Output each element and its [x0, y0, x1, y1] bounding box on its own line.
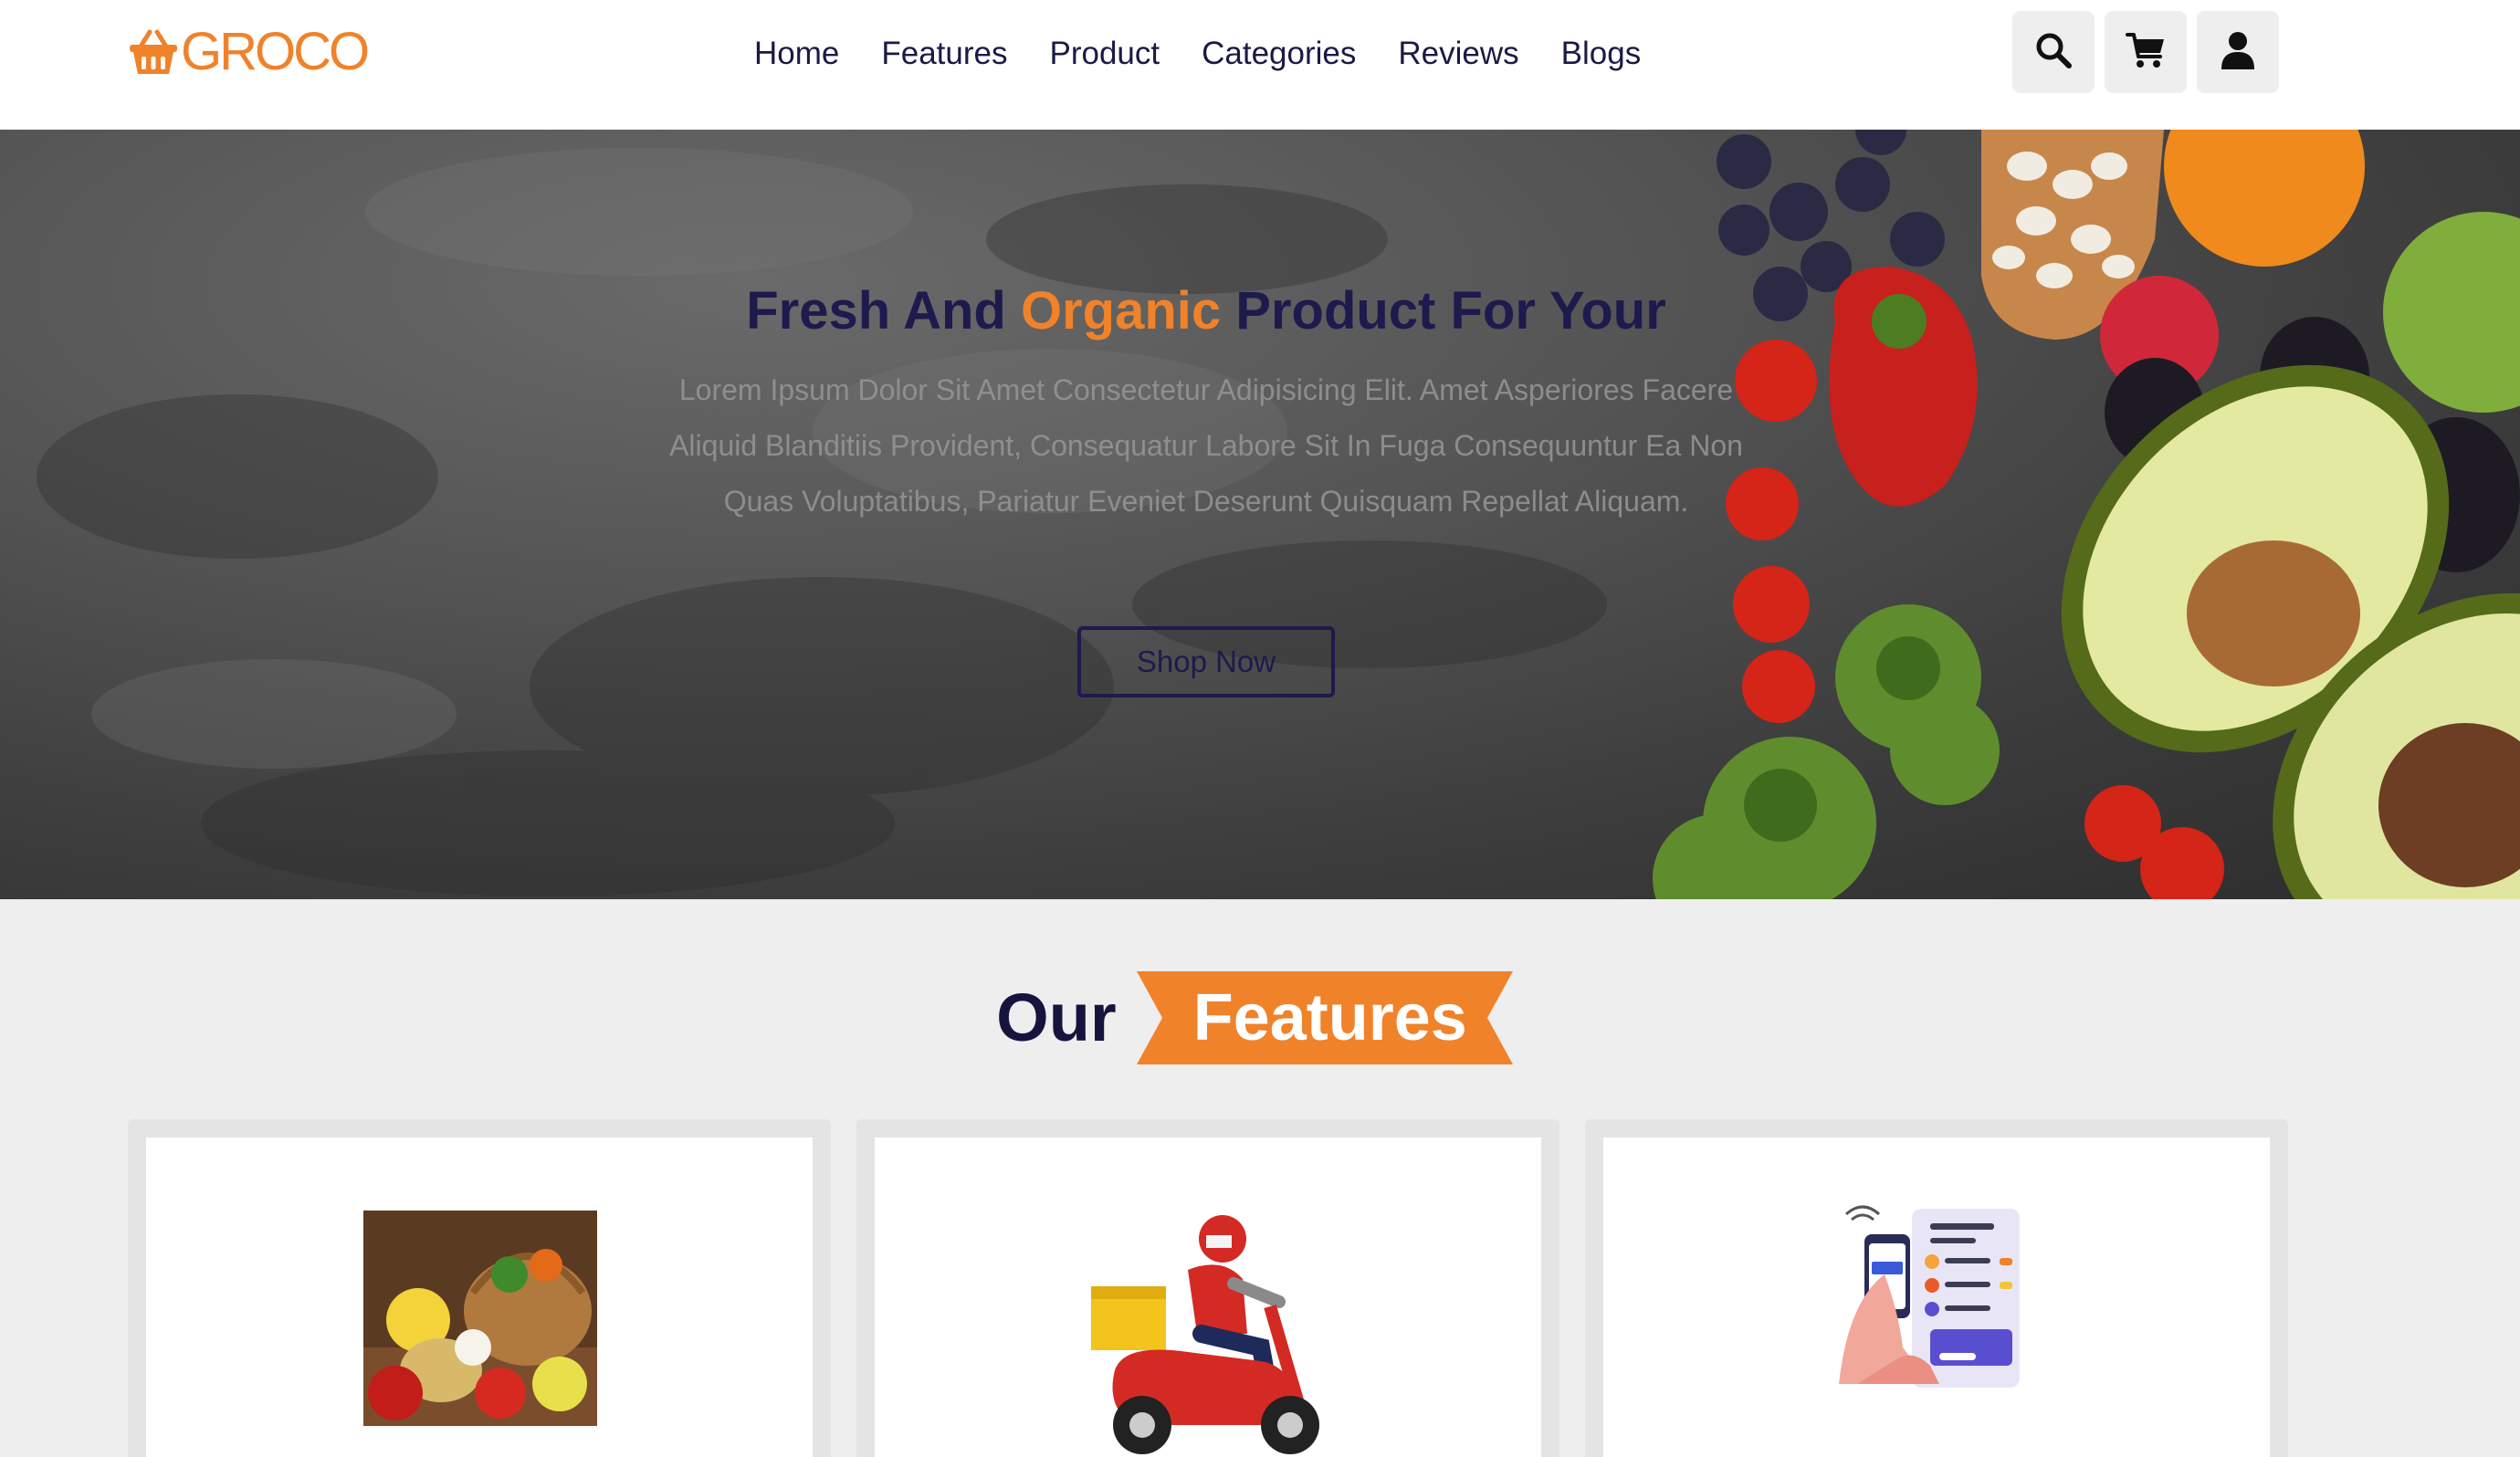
nav-product[interactable]: Product	[1050, 37, 1160, 69]
feature-card-body	[1603, 1137, 2270, 1457]
vegetables-image	[1653, 130, 2520, 899]
nav-home[interactable]: Home	[754, 37, 839, 69]
features-heading: Our Features	[0, 971, 2520, 1064]
brand-name: GROCO	[181, 22, 370, 81]
hero-title-part1: Fresh And	[746, 281, 1021, 341]
feature-card	[128, 1119, 831, 1457]
features-heading-ribbon: Features	[1136, 971, 1524, 1064]
search-button[interactable]	[2012, 11, 2095, 93]
main-nav: Home Features Product Categories Reviews…	[754, 29, 1683, 77]
site-header: GROCO Home Features Product Categories R…	[0, 0, 2520, 130]
account-button[interactable]	[2197, 11, 2279, 93]
feature-card-body	[875, 1137, 1541, 1457]
features-heading-plain: Our	[996, 980, 1117, 1055]
logo[interactable]: GROCO	[128, 20, 370, 84]
nav-reviews[interactable]: Reviews	[1398, 37, 1518, 69]
feature-card-body	[146, 1137, 813, 1457]
feature-card	[856, 1119, 1559, 1457]
search-icon	[2034, 31, 2073, 74]
shop-now-button[interactable]: Shop Now	[1077, 626, 1335, 697]
nav-blogs[interactable]: Blogs	[1561, 37, 1642, 69]
hero-title-part2: Product For Your	[1221, 281, 1666, 341]
cart-button[interactable]	[2105, 11, 2187, 93]
nav-categories[interactable]: Categories	[1202, 37, 1356, 69]
basket-icon	[128, 26, 179, 78]
hero-title: Fresh And Organic Product For Your	[0, 280, 2412, 341]
cart-icon	[2126, 31, 2166, 74]
hero-description: Lorem Ipsum Dolor Sit Amet Consectetur A…	[669, 373, 1743, 518]
feature-card	[1585, 1119, 2288, 1457]
hero-banner: Fresh And Organic Product For Your Lorem…	[0, 130, 2520, 899]
fruit-basket-image	[363, 1211, 597, 1426]
mobile-payment-image	[1839, 1205, 2020, 1388]
user-icon	[2220, 31, 2256, 74]
features-heading-highlight: Features	[1192, 981, 1467, 1054]
delivery-scooter-image	[1091, 1215, 1319, 1454]
hero-title-accent: Organic	[1020, 281, 1222, 341]
nav-features[interactable]: Features	[881, 37, 1007, 69]
